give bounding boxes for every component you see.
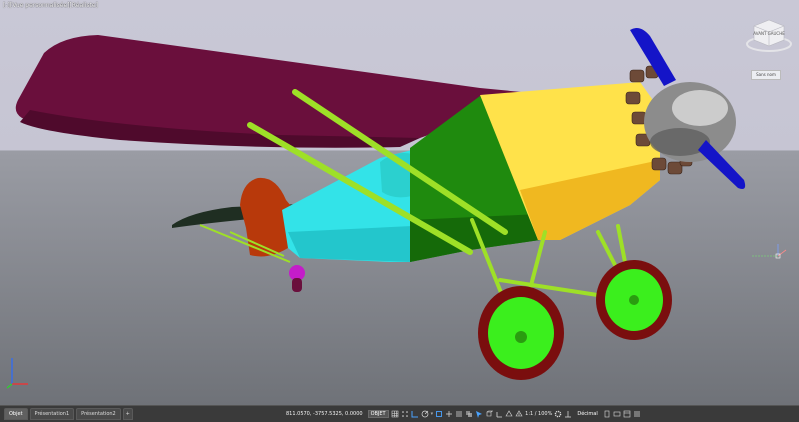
fuselage-rear-shade [288,226,412,262]
spinner-highlight [672,90,728,126]
cursor-coordinates[interactable]: 811.0570, -3757.5325, 0.0000 [283,411,366,417]
layout-tabs: Objet Présentation1 Présentation2 + [4,408,133,420]
airplane-model[interactable] [0,0,799,405]
annotation-scale-menu[interactable]: 1:1 / 100% [525,411,552,417]
viewport-controls-label[interactable]: [-][Vue personnalisée][Réaliste] [3,2,98,9]
workspace-gear-icon[interactable] [554,410,562,418]
viewcube-face-label: AVANT GAUCHE [753,31,785,36]
tab-model[interactable]: Objet [4,408,28,420]
dynamic-ucs-icon[interactable] [495,410,503,418]
status-bar: Objet Présentation1 Présentation2 + 811.… [0,405,799,422]
snap-icon[interactable] [401,410,409,418]
left-wheel [478,286,564,380]
clean-screen-icon[interactable] [623,410,631,418]
units-menu[interactable]: Décimal [574,411,600,417]
osnap-icon[interactable] [435,410,443,418]
model-space-button[interactable]: OBJET [367,410,389,418]
isolate-objects-icon[interactable] [603,410,611,418]
ucs-menu[interactable]: Sans nom [751,70,781,80]
3d-osnap-icon[interactable] [485,410,494,418]
ortho-icon[interactable] [411,410,419,418]
polar-icon[interactable] [421,410,429,418]
polar-dropdown-icon[interactable]: ▾ [431,411,434,417]
model-viewport[interactable]: [-][Vue personnalisée][Réaliste] AVANT G… [0,0,799,405]
tail-wheel [289,265,305,292]
right-wheel [596,260,672,340]
status-controls: 811.0570, -3757.5325, 0.0000 OBJET ▾ 1:1… [283,409,641,419]
navigation-ucs-icon [752,244,787,259]
hardware-acceleration-icon[interactable] [613,410,621,418]
tab-layout1[interactable]: Présentation1 [29,408,75,420]
annotation-visibility-icon[interactable] [505,410,513,418]
lineweight-icon[interactable] [455,410,463,418]
fuselage-mid-shade [410,214,540,262]
autoscale-icon[interactable] [515,410,523,418]
selection-cycling-icon[interactable] [475,410,483,418]
grid-icon[interactable] [391,410,399,418]
tab-layout2[interactable]: Présentation2 [76,408,121,420]
otrack-icon[interactable] [445,410,453,418]
viewcube[interactable]: AVANT GAUCHE [746,16,792,52]
annotation-monitor-icon[interactable] [564,410,572,418]
customize-menu-icon[interactable] [633,410,641,418]
add-layout-button[interactable]: + [122,408,133,420]
transparency-icon[interactable] [465,410,473,418]
ucs-axis-icon [6,358,28,389]
